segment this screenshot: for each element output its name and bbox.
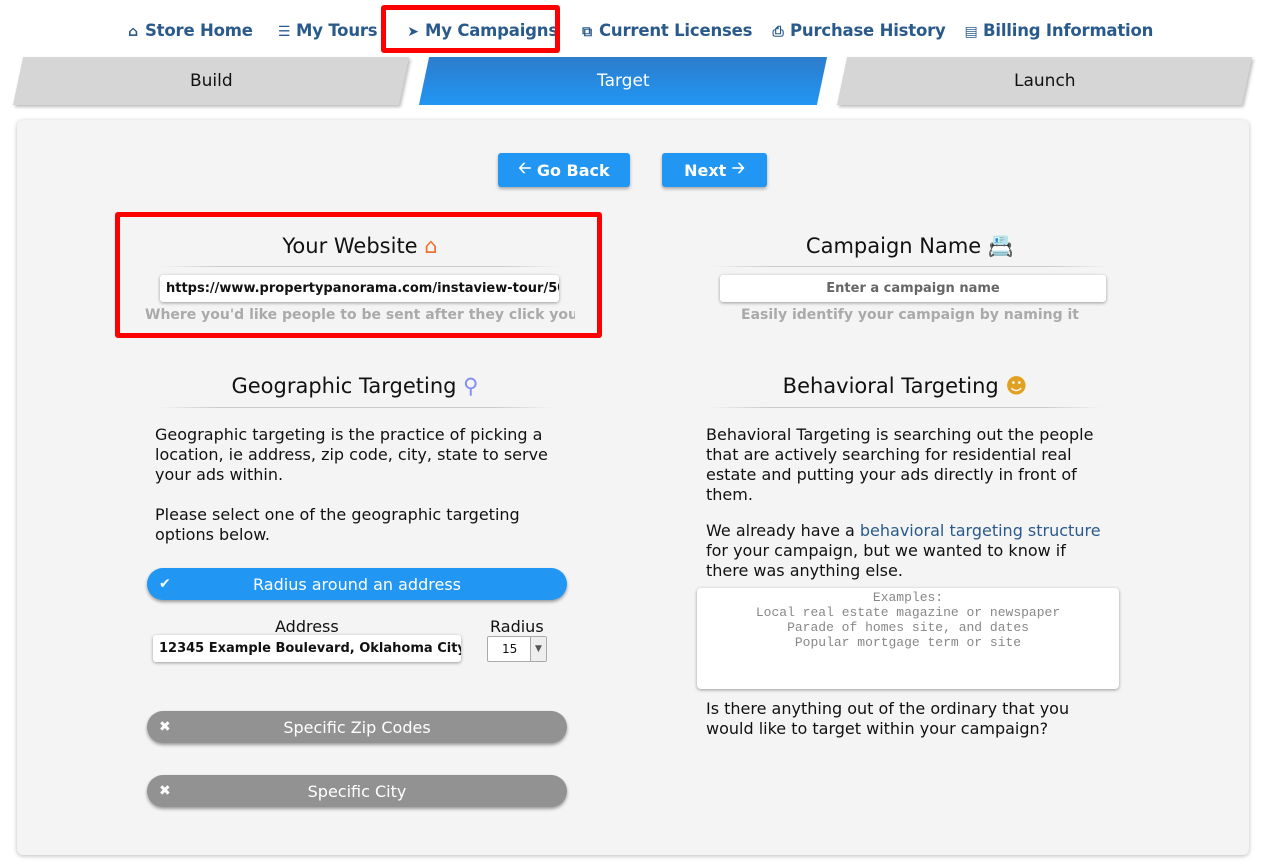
divider	[710, 266, 1110, 267]
radius-label: Radius	[490, 617, 544, 636]
behavior-textarea[interactable]: Examples: Local real estate magazine or …	[697, 588, 1119, 689]
arrow-left-icon: 🡠	[518, 157, 537, 177]
radius-select[interactable]: 15 ▼	[487, 636, 547, 662]
users-icon: ☻	[1005, 374, 1028, 398]
credit-card-icon: ▤	[964, 24, 978, 40]
chevron-down-icon: ▼	[530, 637, 546, 661]
website-input[interactable]: https://www.propertypanorama.com/instavi…	[160, 275, 559, 302]
option-zip-codes[interactable]: ✖ Specific Zip Codes	[147, 711, 567, 743]
step-target[interactable]: Target	[418, 57, 828, 105]
home-icon: ⌂	[128, 24, 138, 40]
print-icon: ⎙	[772, 24, 784, 40]
copy-icon: ⧉	[582, 24, 592, 40]
list-icon: ☰	[277, 24, 291, 40]
next-button[interactable]: Next 🡢	[662, 153, 767, 187]
website-help: Where you'd like people to be sent after…	[145, 307, 575, 323]
arrow-right-icon: 🡢	[726, 157, 745, 177]
check-icon: ✔	[159, 576, 171, 592]
behavior-question: Is there anything out of the ordinary th…	[706, 699, 1070, 738]
address-input[interactable]: 12345 Example Boulevard, Oklahoma City, …	[153, 635, 461, 662]
geo-description: Geographic targeting is the practice of …	[155, 425, 548, 484]
behavior-description: Behavioral Targeting is searching out th…	[706, 425, 1094, 504]
step-build[interactable]: Build	[12, 57, 410, 105]
nav-purchase-history[interactable]: ⎙ Purchase History	[769, 21, 946, 40]
x-icon: ✖	[159, 783, 171, 799]
map-marker-icon: ⚲	[463, 374, 479, 398]
home-icon: ⌂	[424, 234, 438, 258]
geo-instructions: Please select one of the geographic targ…	[155, 505, 520, 544]
address-label: Address	[275, 617, 339, 636]
x-icon: ✖	[159, 719, 171, 735]
geo-title: Geographic Targeting ⚲	[231, 374, 479, 398]
campaign-title: Campaign Name 📇	[805, 234, 1015, 258]
option-radius-address[interactable]: ✔ Radius around an address	[147, 568, 567, 600]
go-back-button[interactable]: 🡠 Go Back	[498, 153, 630, 187]
nav-store-home[interactable]: ⌂ Store Home	[124, 21, 253, 40]
website-title: Your Website ⌂	[282, 234, 438, 258]
step-launch[interactable]: Launch	[836, 57, 1253, 105]
nav-billing-information[interactable]: ▤ Billing Information	[962, 21, 1153, 40]
divider	[160, 266, 560, 267]
divider	[158, 407, 554, 408]
behavioral-structure-link[interactable]: behavioral targeting structure	[860, 521, 1101, 540]
campaign-name-input[interactable]: Enter a campaign name	[720, 275, 1106, 302]
option-city[interactable]: ✖ Specific City	[147, 775, 567, 807]
divider	[707, 407, 1103, 408]
nav-current-licenses[interactable]: ⧉ Current Licenses	[578, 21, 752, 40]
highlight-my-campaigns	[381, 5, 560, 53]
behavior-structure-text: We already have a behavioral targeting s…	[706, 521, 1101, 580]
id-card-icon: 📇	[987, 234, 1015, 258]
nav-my-tours[interactable]: ☰ My Tours	[275, 21, 378, 40]
campaign-help: Easily identify your campaign by naming …	[741, 307, 1079, 323]
behavior-title: Behavioral Targeting ☻	[782, 374, 1028, 398]
